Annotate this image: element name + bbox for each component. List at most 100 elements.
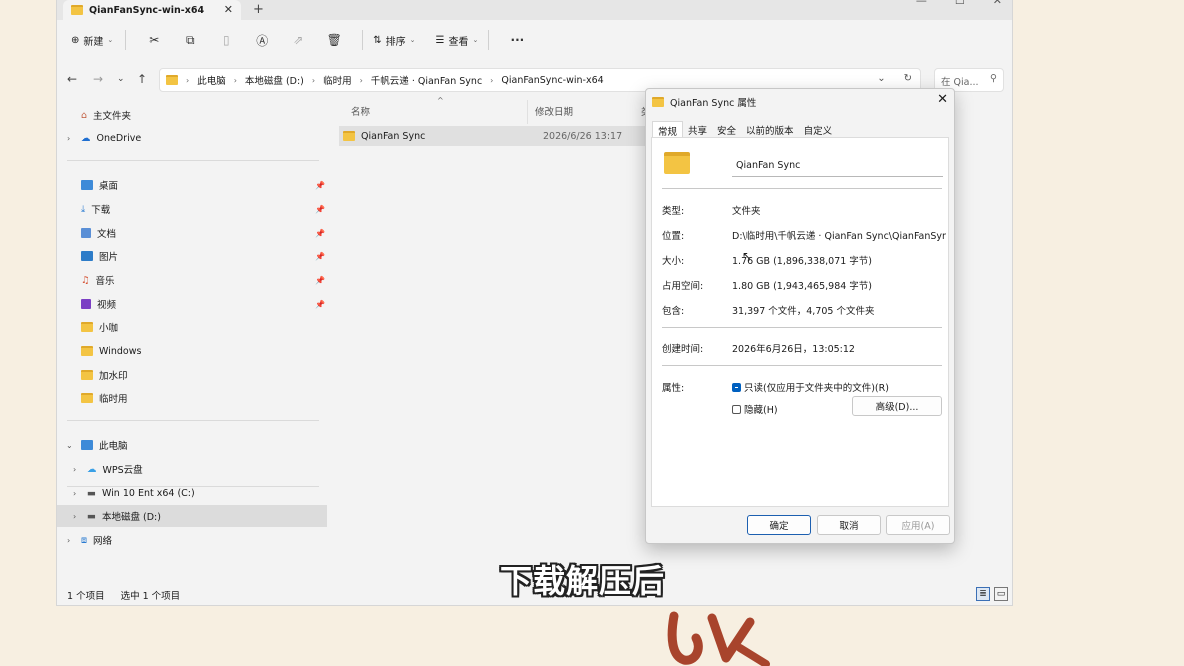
readonly-label: 只读(仅应用于文件夹中的文件)(R) [744, 383, 889, 394]
sidebar-item-network[interactable]: › ⧈ 网络 [57, 529, 327, 551]
view-button[interactable]: ☰ 查看 ⌄ [436, 33, 479, 48]
new-label: 新建 [83, 36, 104, 48]
sidebar-item-pictures[interactable]: 图片 📌 [57, 245, 327, 267]
sidebar-item-music[interactable]: ♫ 音乐 📌 [57, 269, 327, 291]
divider [662, 188, 942, 189]
large-icons-view-icon[interactable]: ▭ [994, 587, 1008, 601]
sidebar-item-label: 下载 [91, 205, 111, 216]
advanced-button[interactable]: 高级(D)... [852, 396, 942, 416]
pin-icon[interactable]: 📌 [315, 300, 325, 309]
music-icon: ♫ [81, 274, 90, 286]
sidebar-item-folder[interactable]: Windows [57, 340, 327, 362]
up-icon[interactable]: ↑ [137, 72, 147, 86]
sidebar-item-label: OneDrive [96, 132, 142, 144]
breadcrumb-temp[interactable]: 临时用 [323, 73, 352, 87]
sidebar-item-label: 音乐 [95, 276, 115, 287]
details-view-icon[interactable]: ≣ [976, 587, 990, 601]
sidebar-item-label: 桌面 [99, 181, 119, 192]
sidebar-item-label: 图片 [99, 252, 119, 263]
new-tab-icon[interactable]: + [253, 2, 264, 17]
sidebar-item-folder[interactable]: 临时用 [57, 387, 327, 409]
sort-label: 排序 [385, 36, 406, 48]
recent-chevron-icon[interactable]: ⌄ [117, 74, 125, 84]
divider [362, 30, 364, 50]
tab-close-icon[interactable]: ✕ [224, 3, 233, 16]
maximize-icon[interactable]: ☐ [955, 0, 965, 7]
sidebar-item-wps[interactable]: › ☁ WPS云盘 [57, 458, 327, 480]
search-placeholder: 在 Qia... [941, 77, 979, 88]
chevron-right-icon[interactable]: › [67, 134, 70, 143]
sidebar-item-folder[interactable]: 加水印 [57, 364, 327, 386]
pin-icon[interactable]: 📌 [315, 252, 325, 261]
sidebar-item-onedrive[interactable]: › ☁ OneDrive [57, 127, 327, 149]
minimize-icon[interactable]: — [916, 0, 927, 7]
column-header-name[interactable]: 名称 [351, 104, 370, 118]
share-icon[interactable]: ⇗ [280, 33, 316, 47]
sidebar-item-videos[interactable]: 视频 📌 [57, 293, 327, 315]
chevron-down-icon: ⌄ [409, 36, 416, 44]
view-icon: ☰ [435, 34, 445, 46]
contains-label: 包含: [662, 306, 685, 317]
chevron-down-icon[interactable]: ⌄ [66, 441, 73, 450]
pin-icon[interactable]: 📌 [315, 205, 325, 214]
cloud-icon: ☁ [87, 463, 97, 475]
paste-icon[interactable]: ▯ [208, 33, 244, 47]
chevron-right-icon: › [311, 75, 316, 85]
chevron-right-icon: › [233, 75, 237, 85]
back-icon[interactable]: ← [67, 72, 77, 86]
chevron-right-icon: › [186, 75, 190, 85]
breadcrumb-this-pc[interactable]: 此电脑 [197, 73, 226, 87]
chevron-right-icon[interactable]: › [73, 489, 76, 498]
chevron-right-icon[interactable]: › [73, 512, 76, 521]
explorer-tab[interactable]: QianFanSync-win-x64 ✕ [63, 0, 241, 20]
dialog-close-icon[interactable]: ✕ [937, 92, 948, 107]
breadcrumb-qianfan[interactable]: 千帆云递 · QianFan Sync [371, 73, 482, 87]
sidebar-item-drive-d[interactable]: › ▬ 本地磁盘 (D:) [57, 505, 327, 527]
navigation-pane: ⌂ 主文件夹 › ☁ OneDrive 桌面 📌 ⤓ 下载 📌 文档 📌 图片 … [57, 96, 327, 576]
address-dropdown-icon[interactable]: ⌄ [877, 73, 885, 84]
large-folder-icon [664, 152, 690, 174]
column-header-date[interactable]: 修改日期 [535, 104, 573, 118]
window-close-icon[interactable]: ✕ [993, 0, 1002, 7]
forward-icon[interactable]: → [93, 72, 103, 86]
checkbox-mixed-icon [732, 382, 741, 392]
file-row[interactable]: QianFan Sync 2026/6/26 13:17 [339, 126, 645, 146]
more-icon[interactable]: ··· [499, 33, 535, 47]
hidden-label: 隐藏(H) [744, 405, 778, 416]
apply-button[interactable]: 应用(A) [886, 515, 950, 535]
new-button[interactable]: ⊕ 新建 ⌄ [71, 33, 113, 48]
tab-title: QianFanSync-win-x64 [89, 4, 205, 16]
chevron-right-icon[interactable]: › [73, 465, 76, 474]
pin-icon[interactable]: 📌 [315, 181, 325, 190]
sidebar-item-label: 加水印 [99, 371, 128, 382]
pin-icon[interactable]: 📌 [315, 276, 325, 285]
sidebar-item-this-pc[interactable]: ⌄ 此电脑 [57, 434, 327, 456]
cut-icon[interactable]: ✂ [136, 33, 172, 47]
cancel-button[interactable]: 取消 [817, 515, 881, 535]
readonly-checkbox[interactable]: 只读(仅应用于文件夹中的文件)(R) [732, 380, 889, 394]
sidebar-item-documents[interactable]: 文档 📌 [57, 222, 327, 244]
copy-icon[interactable]: ⧉ [172, 33, 208, 48]
download-icon: ⤓ [81, 203, 86, 215]
hidden-checkbox[interactable]: 隐藏(H) [732, 402, 778, 416]
sidebar-item-label: 文档 [97, 229, 117, 240]
folder-name-field[interactable] [732, 155, 943, 177]
folder-icon [71, 5, 83, 15]
location-label: 位置: [662, 231, 685, 242]
delete-icon[interactable]: 🗑 [316, 33, 352, 47]
created-label: 创建时间: [662, 344, 704, 355]
sidebar-item-folder[interactable]: 小咖 [57, 316, 327, 338]
sort-button[interactable]: ⇅ 排序 ⌄ [373, 33, 415, 48]
breadcrumb-current[interactable]: QianFanSync-win-x64 [501, 75, 603, 86]
breadcrumb-drive-d[interactable]: 本地磁盘 (D:) [245, 73, 304, 87]
ok-button[interactable]: 确定 [747, 515, 811, 535]
sidebar-item-desktop[interactable]: 桌面 📌 [57, 174, 327, 196]
sidebar-item-downloads[interactable]: ⤓ 下载 📌 [57, 198, 327, 220]
sidebar-item-home[interactable]: ⌂ 主文件夹 [57, 104, 327, 126]
pin-icon[interactable]: 📌 [315, 229, 325, 238]
rename-icon[interactable]: Ⓐ [244, 32, 280, 49]
refresh-icon[interactable]: ↻ [904, 73, 912, 84]
sidebar-item-label: 网络 [93, 536, 113, 547]
chevron-right-icon[interactable]: › [67, 536, 70, 545]
sidebar-item-drive-c[interactable]: › ▬ Win 10 Ent x64 (C:) [57, 482, 327, 504]
